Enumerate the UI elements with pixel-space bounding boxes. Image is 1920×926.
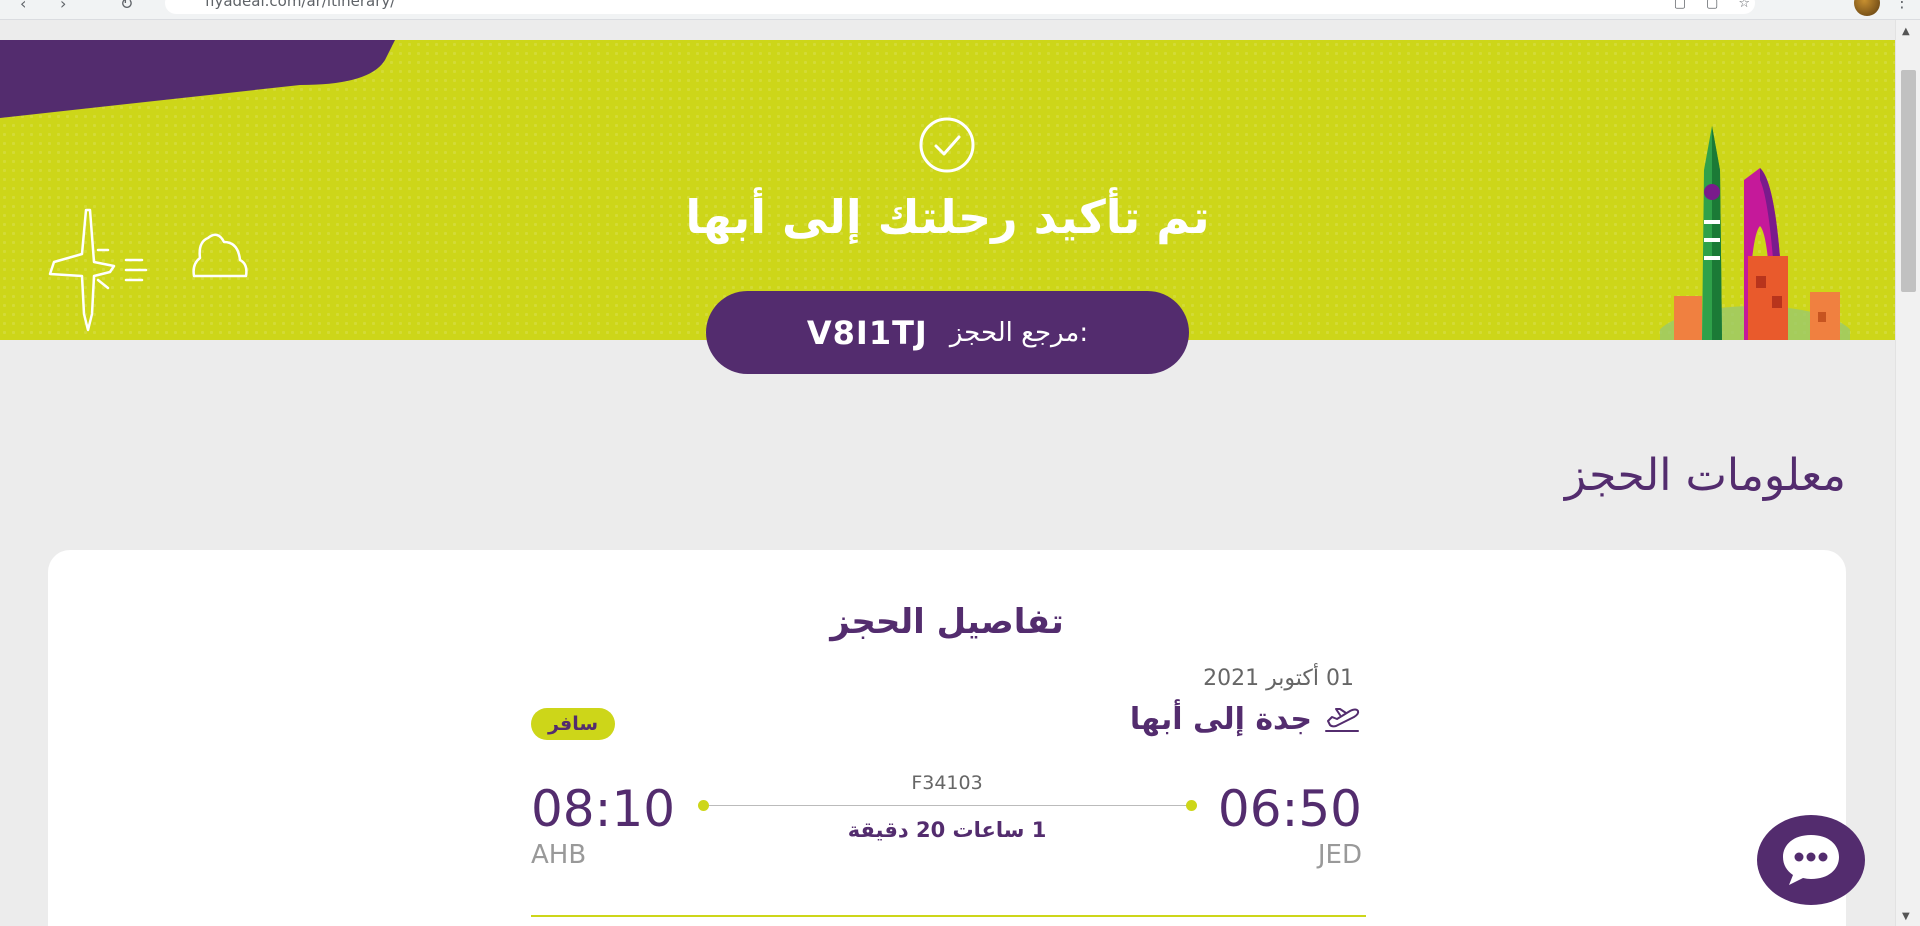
chat-button[interactable] — [1757, 815, 1865, 905]
riyadh-skyline-illustration — [1660, 126, 1850, 340]
booking-details-title: تفاصيل الحجز — [830, 602, 1064, 642]
scroll-up-arrow-icon[interactable]: ▲ — [1902, 26, 1910, 37]
page-scrollbar[interactable]: ▲ ▼ — [1895, 20, 1920, 926]
booking-details-card: تفاصيل الحجز 01 أكتوبر 2021 جدة إلى أبها… — [48, 550, 1846, 926]
scrollbar-thumb[interactable] — [1901, 70, 1916, 292]
forward-icon[interactable]: › — [60, 0, 66, 13]
flight-path-line — [704, 805, 1192, 806]
logo-ribbon[interactable] — [0, 40, 400, 118]
chat-bubble-icon — [1783, 835, 1839, 885]
browser-chrome: ‹ › ↻ flyadeal.com/ar/itinerary/ ▢▢☆ ⋮ — [0, 0, 1920, 20]
reload-icon[interactable]: ↻ — [120, 0, 133, 13]
plane-takeoff-icon — [1325, 707, 1360, 732]
plane-icon — [48, 208, 148, 332]
back-icon[interactable]: ‹ — [20, 0, 26, 13]
route-label: جدة إلى أبها — [1129, 702, 1312, 737]
booking-reference-code: V8I1TJ — [806, 313, 928, 352]
departure-dot — [1186, 800, 1197, 811]
menu-icon[interactable]: ⋮ — [1894, 0, 1910, 11]
address-bar[interactable]: flyadeal.com/ar/itinerary/ — [165, 0, 1755, 14]
check-circle-icon — [919, 117, 975, 173]
flight-number: F34103 — [911, 772, 983, 794]
address-bar-actions[interactable]: ▢▢☆ — [1674, 0, 1770, 11]
booking-reference-pill: مرجع الحجز: V8I1TJ — [706, 291, 1189, 374]
departure-airport-code: JED — [1317, 840, 1362, 870]
flight-duration: 1 ساعات 20 دقيقة — [847, 818, 1047, 842]
arrival-airport-code: AHB — [531, 840, 587, 870]
flight-status-badge: سافر — [531, 708, 615, 740]
arrival-dot — [698, 800, 709, 811]
profile-avatar[interactable] — [1854, 0, 1880, 16]
section-title: معلومات الحجز — [1564, 450, 1846, 501]
cloud-icon — [192, 233, 248, 278]
booking-reference-label: مرجع الحجز: — [949, 317, 1089, 348]
address-bar-url: flyadeal.com/ar/itinerary/ — [205, 0, 396, 10]
scroll-down-arrow-icon[interactable]: ▼ — [1902, 911, 1910, 922]
card-divider — [531, 915, 1366, 917]
flight-date: 01 أكتوبر 2021 — [1203, 666, 1354, 691]
flight-route: جدة إلى أبها — [1130, 702, 1362, 737]
confirmation-title: تم تأكيد رحلتك إلى أبها — [685, 190, 1210, 244]
